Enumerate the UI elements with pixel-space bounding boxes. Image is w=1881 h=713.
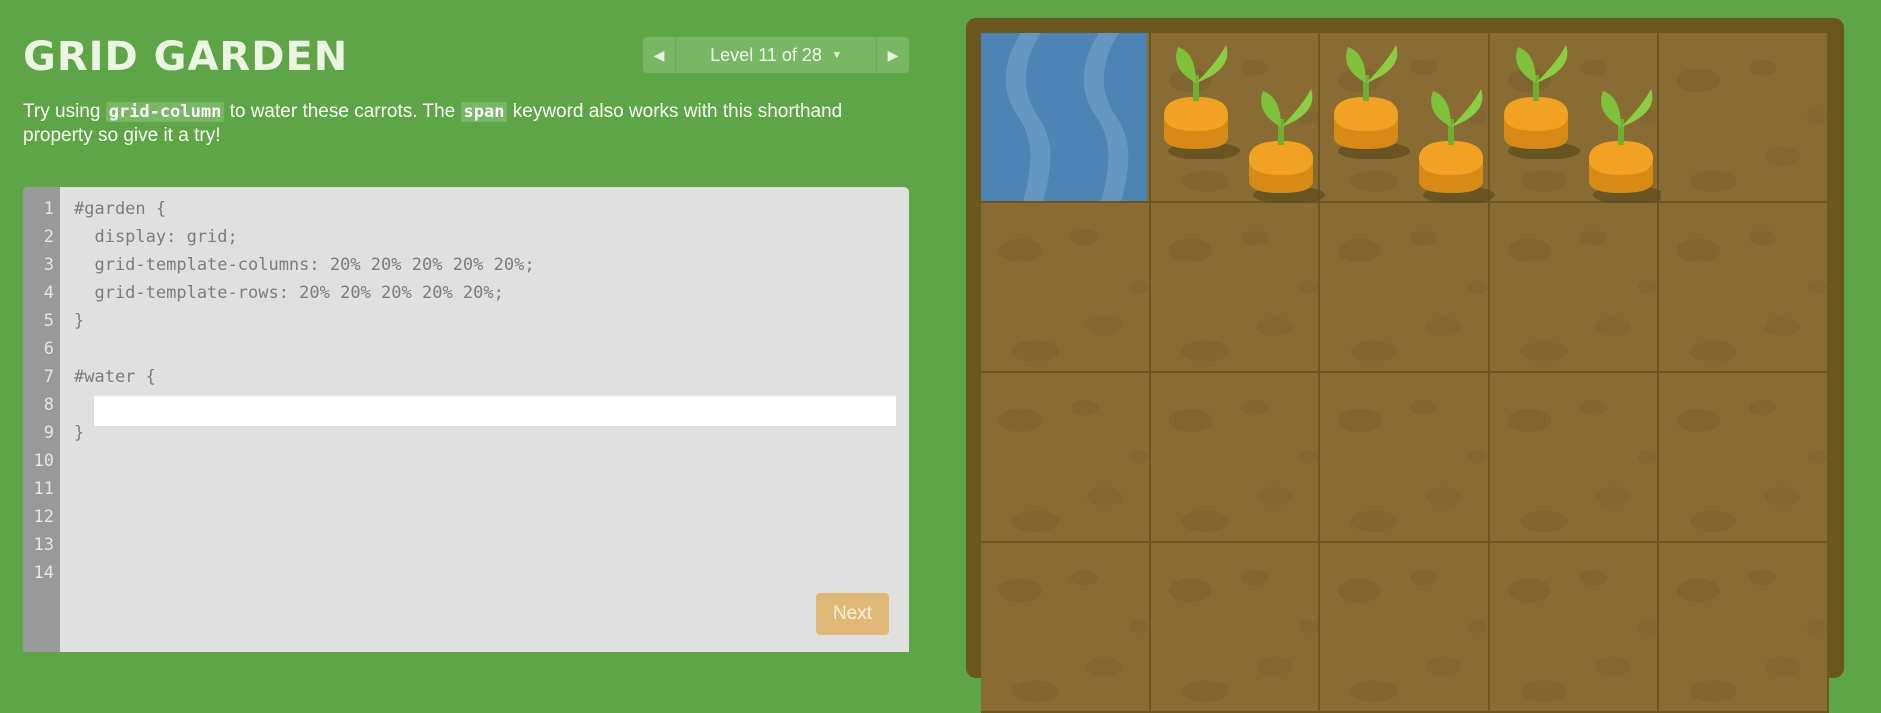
soil-cell — [1150, 373, 1321, 543]
soil-cell — [1489, 373, 1660, 543]
code-line: display: grid; — [74, 227, 238, 247]
soil-cell — [981, 203, 1151, 373]
garden-board — [966, 18, 1844, 713]
soil-cell — [1320, 373, 1490, 543]
code-line: #water { — [74, 367, 156, 387]
line-number: 7 — [43, 367, 54, 387]
code-keyword-span: span — [460, 102, 508, 122]
carrot-icon — [1581, 83, 1661, 203]
soil-cell — [1320, 543, 1490, 713]
line-number: 3 — [43, 255, 54, 275]
soil-cell — [1659, 373, 1829, 543]
line-number: 4 — [43, 283, 54, 303]
instructions-text: to water these carrots. The — [224, 101, 461, 122]
soil-cell — [1489, 543, 1660, 713]
instructions-text: Try using — [23, 101, 106, 122]
previous-level-button[interactable]: ◀ — [643, 37, 676, 73]
water-tile — [981, 33, 1147, 201]
soil-cell — [1150, 203, 1321, 373]
soil-cell — [1659, 203, 1829, 373]
code-line: grid-template-columns: 20% 20% 20% 20% 2… — [74, 255, 535, 275]
css-answer-input[interactable] — [94, 396, 896, 426]
line-number-gutter: 1 2 3 4 5 6 7 8 9 10 11 12 13 14 — [23, 187, 60, 652]
line-number: 13 — [33, 535, 54, 555]
soil-cell — [981, 543, 1151, 713]
line-number: 14 — [33, 563, 54, 583]
level-dropdown[interactable]: Level 11 of 28 ▼ — [676, 37, 876, 73]
caret-down-icon: ▼ — [831, 49, 842, 61]
next-level-button[interactable]: ▶ — [876, 37, 909, 73]
line-number: 5 — [43, 311, 54, 331]
code-keyword-grid-column: grid-column — [105, 102, 225, 122]
line-number: 2 — [43, 227, 54, 247]
carrot-icon — [1156, 39, 1246, 160]
soil-cell — [1489, 203, 1660, 373]
code-line: } — [74, 311, 85, 331]
soil-cell — [981, 373, 1151, 543]
soil-cell — [1659, 33, 1829, 203]
arrow-right-icon: ▶ — [887, 46, 899, 63]
line-number: 11 — [33, 479, 54, 499]
carrot-icon — [1241, 83, 1331, 204]
line-number: 12 — [33, 507, 54, 527]
arrow-left-icon: ◀ — [653, 46, 665, 63]
code-line: #garden { — [74, 199, 167, 219]
level-navigator: ◀ Level 11 of 28 ▼ ▶ — [643, 37, 909, 73]
code-editor: 1 2 3 4 5 6 7 8 9 10 11 12 13 14 #garden… — [23, 187, 909, 652]
soil-cell — [1659, 543, 1829, 713]
soil-cell — [1320, 203, 1490, 373]
line-number: 10 — [33, 451, 54, 471]
line-number: 8 — [43, 395, 54, 415]
soil-cell — [1150, 543, 1321, 713]
line-number: 6 — [43, 339, 54, 359]
level-label: Level 11 of 28 — [710, 44, 822, 65]
carrot-icon — [1326, 39, 1416, 160]
game-title: GRID GARDEN — [23, 34, 349, 80]
carrot-icon — [1411, 83, 1501, 204]
line-number: 1 — [43, 199, 54, 219]
water-waves-icon — [1005, 33, 1129, 201]
code-line: grid-template-rows: 20% 20% 20% 20% 20%; — [74, 283, 504, 303]
next-button[interactable]: Next — [816, 593, 889, 635]
carrot-icon — [1496, 39, 1586, 160]
instructions: Try using grid-column to water these car… — [23, 100, 913, 148]
line-number: 9 — [43, 423, 54, 443]
code-line: } — [74, 423, 85, 443]
